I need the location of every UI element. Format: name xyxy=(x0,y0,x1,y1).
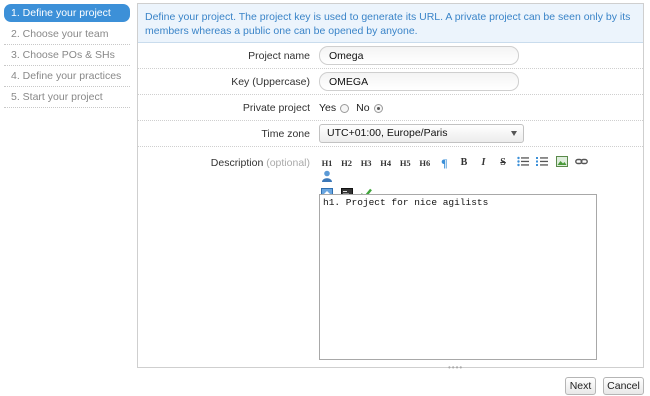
project-key-label: Key (Uppercase) xyxy=(231,76,310,88)
heading1-button[interactable]: H1 xyxy=(319,156,335,170)
project-name-label: Project name xyxy=(248,50,310,62)
strikethrough-button[interactable]: S xyxy=(495,156,511,170)
textarea-resize-handle[interactable]: •••• xyxy=(448,363,463,372)
timezone-label: Time zone xyxy=(261,128,310,140)
heading6-button[interactable]: H6 xyxy=(417,156,433,170)
description-label: Description (optional) xyxy=(138,157,310,169)
private-yes-radio[interactable] xyxy=(340,103,350,113)
project-form-panel: Define your project. The project key is … xyxy=(137,3,644,372)
heading5-button[interactable]: H5 xyxy=(397,156,413,170)
next-button[interactable]: Next xyxy=(565,377,596,395)
image-icon[interactable] xyxy=(554,156,570,170)
bold-button[interactable]: B xyxy=(456,156,472,170)
description-label-text: Description xyxy=(210,157,264,169)
timezone-row: Time zone UTC+01:00, Europe/Paris xyxy=(138,121,643,147)
numbered-list-icon[interactable] xyxy=(534,156,550,170)
private-project-row: Private project Yes No xyxy=(138,95,643,121)
heading2-button[interactable]: H2 xyxy=(339,156,355,170)
user-icon[interactable] xyxy=(319,170,335,184)
chevron-down-icon xyxy=(511,131,517,136)
cancel-button[interactable]: Cancel xyxy=(603,377,644,395)
description-textarea[interactable]: h1. Project for nice agilists xyxy=(319,194,597,360)
private-no-label: No xyxy=(356,102,370,114)
step-choose-team[interactable]: 2. Choose your team xyxy=(4,24,130,45)
private-no-radio[interactable] xyxy=(373,103,383,113)
step-start-project[interactable]: 5. Start your project xyxy=(4,87,130,108)
step-choose-pos-shs[interactable]: 3. Choose POs & SHs xyxy=(4,45,130,66)
description-optional-text: (optional) xyxy=(266,157,310,169)
step-define-practices[interactable]: 4. Define your practices xyxy=(4,66,130,87)
info-message: Define your project. The project key is … xyxy=(138,4,643,43)
italic-button[interactable]: I xyxy=(476,156,492,170)
paragraph-button[interactable]: ¶ xyxy=(436,156,452,170)
description-row: Description (optional) H1 H2 H3 H4 H5 H6… xyxy=(138,147,643,372)
link-icon[interactable] xyxy=(573,156,589,170)
project-key-input[interactable] xyxy=(319,72,519,91)
private-yes-label: Yes xyxy=(319,102,337,114)
timezone-value: UTC+01:00, Europe/Paris xyxy=(327,127,448,139)
project-key-row: Key (Uppercase) xyxy=(138,69,643,95)
heading4-button[interactable]: H4 xyxy=(378,156,394,170)
project-name-input[interactable] xyxy=(319,46,519,65)
bulleted-list-icon[interactable] xyxy=(515,156,531,170)
private-project-label: Private project xyxy=(242,102,310,114)
step-define-project[interactable]: 1. Define your project xyxy=(4,4,130,22)
project-name-row: Project name xyxy=(138,43,643,69)
wizard-steps: 1. Define your project 2. Choose your te… xyxy=(4,4,130,108)
heading3-button[interactable]: H3 xyxy=(358,156,374,170)
timezone-select[interactable]: UTC+01:00, Europe/Paris xyxy=(319,124,524,143)
